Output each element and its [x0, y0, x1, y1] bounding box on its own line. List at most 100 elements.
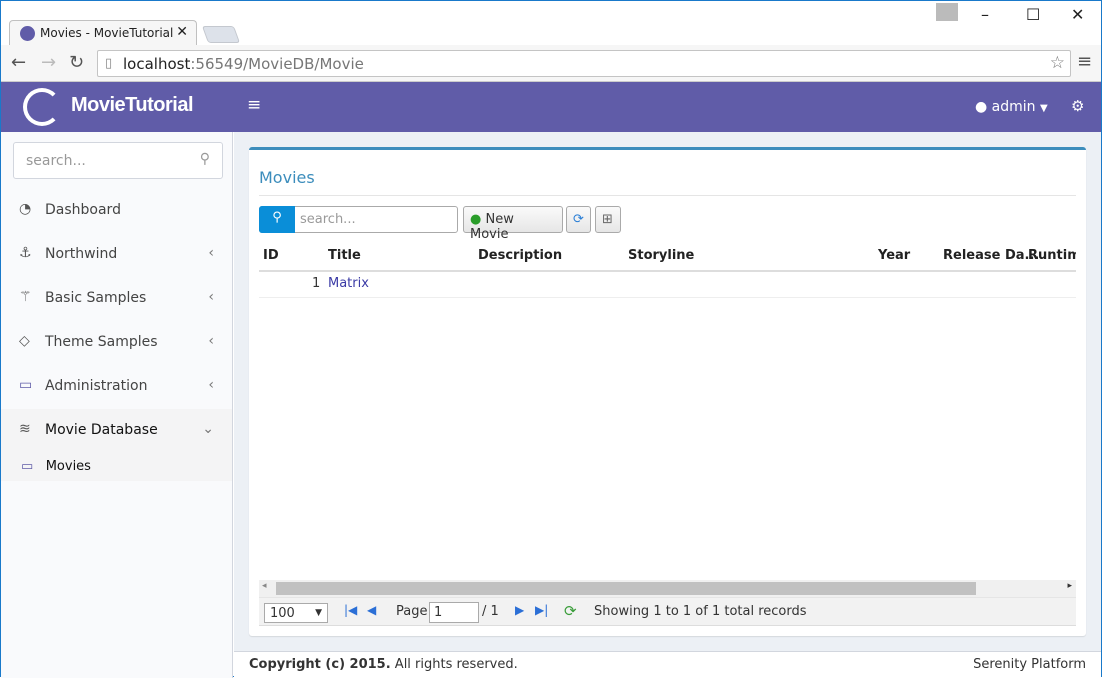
minimize-button[interactable]: –: [981, 5, 989, 24]
logo-icon: [23, 88, 61, 126]
pager-status: Showing 1 to 1 of 1 total records: [594, 604, 807, 619]
maximize-button[interactable]: ☐: [1026, 5, 1040, 24]
page-total: / 1: [482, 604, 499, 619]
close-window-button[interactable]: ✕: [1071, 5, 1084, 24]
bookmark-star-icon[interactable]: ☆: [1050, 53, 1065, 73]
next-page-icon[interactable]: ▶: [515, 603, 524, 617]
sidebar-subitem-label: Movies: [45, 459, 91, 474]
browser-titlebar: Movies - MovieTutorial ✕ – ☐ ✕: [1, 1, 1101, 46]
column-picker-button[interactable]: ⊞: [595, 206, 621, 233]
video-icon: ▭: [21, 459, 34, 474]
browser-toolbar: ← → ↻ ▯ localhost:56549/MovieDB/Movie ☆ ≡: [1, 45, 1101, 82]
url-host: localhost: [123, 55, 191, 73]
chevron-left-icon: ‹: [208, 333, 214, 349]
back-icon[interactable]: ←: [11, 52, 26, 73]
sidebar-item-label: Northwind: [45, 246, 118, 262]
layers-icon: ≋: [19, 421, 31, 437]
content-area: Movies ⚲ search... ● New Movie ⟳ ⊞ ID Tit…: [234, 132, 1101, 651]
movies-grid-panel: Movies ⚲ search... ● New Movie ⟳ ⊞ ID Tit…: [249, 147, 1086, 636]
sidebar-item-theme-samples[interactable]: ◇ Theme Samples ‹: [1, 321, 232, 365]
settings-gears-icon[interactable]: ⚙: [1071, 97, 1084, 115]
new-tab-button[interactable]: [201, 26, 241, 43]
sidebar-toggle-icon[interactable]: ≡: [247, 95, 261, 115]
divider: [259, 195, 1076, 196]
diamond-icon: ◇: [19, 333, 30, 349]
cell-title-link[interactable]: Matrix: [328, 276, 369, 291]
profile-icon[interactable]: [936, 3, 958, 21]
platform-text: Serenity Platform: [973, 657, 1086, 672]
grid-search-input[interactable]: ⚲ search...: [259, 206, 458, 233]
page-size-value: 100: [270, 606, 295, 621]
page-number-input[interactable]: 1: [429, 602, 479, 623]
sidebar-item-label: Administration: [45, 378, 148, 394]
forward-icon[interactable]: →: [41, 52, 56, 73]
search-icon[interactable]: ⚲: [200, 151, 210, 167]
column-header-year[interactable]: Year: [878, 248, 910, 263]
dashboard-icon: ◔: [19, 201, 32, 217]
caret-down-icon: ▼: [1040, 103, 1048, 114]
header-divider: [259, 270, 1076, 272]
page-title: Movies: [259, 168, 315, 187]
sidebar-item-administration[interactable]: ▭ Administration ‹: [1, 365, 232, 409]
sidebar-item-label: Dashboard: [45, 202, 121, 218]
column-header-title[interactable]: Title: [328, 248, 361, 263]
last-page-icon[interactable]: ▶|: [535, 603, 548, 617]
sidebar-item-dashboard[interactable]: ◔ Dashboard: [1, 189, 232, 233]
brand-logo[interactable]: MovieTutorial: [71, 94, 194, 117]
user-menu[interactable]: ● admin ▼: [975, 99, 1048, 115]
column-header-id[interactable]: ID: [263, 248, 279, 263]
column-picker-icon: ⊞: [602, 212, 613, 227]
sidebar-search-placeholder: search...: [26, 153, 86, 169]
close-tab-icon[interactable]: ✕: [176, 24, 188, 40]
page-number-value: 1: [434, 605, 443, 620]
grid-search-placeholder: search...: [300, 212, 356, 227]
address-bar[interactable]: ▯ localhost:56549/MovieDB/Movie ☆: [97, 50, 1071, 77]
chevron-left-icon: ‹: [208, 245, 214, 261]
chevron-left-icon: ‹: [208, 289, 214, 305]
caret-down-icon: ▼: [315, 608, 322, 618]
cell-id: 1: [312, 276, 321, 291]
sidebar-item-basic-samples[interactable]: ⚚ Basic Samples ‹: [1, 277, 232, 321]
sidebar-subitem-movies[interactable]: ▭ Movies: [21, 459, 91, 474]
sidebar-item-label: Movie Database: [45, 422, 158, 438]
menu-icon[interactable]: ≡: [1077, 51, 1092, 72]
user-icon: ●: [975, 99, 988, 115]
table-row[interactable]: [259, 297, 1076, 298]
page-label: Page: [396, 604, 428, 619]
footer: Copyright (c) 2015. All rights reserved.…: [234, 651, 1101, 678]
url-path: :56549/MovieDB/Movie: [190, 55, 364, 73]
pager: 100 ▼ |◀ ◀ Page 1 / 1 ▶ ▶| ⟳ Showing 1 to…: [259, 597, 1076, 626]
column-header-storyline[interactable]: Storyline: [628, 248, 694, 263]
copyright: Copyright (c) 2015.: [249, 657, 391, 672]
new-movie-button[interactable]: ● New Movie: [463, 206, 563, 242]
browser-tab[interactable]: Movies - MovieTutorial ✕: [9, 20, 197, 46]
column-header-release-date[interactable]: Release Da...: [943, 248, 1039, 263]
anchor-icon: ⚓: [19, 245, 32, 261]
search-icon[interactable]: ⚲: [259, 206, 295, 233]
refresh-button[interactable]: ⟳: [566, 206, 591, 233]
user-name: admin: [991, 99, 1036, 115]
column-header-runtime[interactable]: Runtime: [1028, 248, 1076, 263]
sidebar-search-input[interactable]: search... ⚲: [13, 142, 223, 179]
page-size-select[interactable]: 100 ▼: [264, 603, 328, 623]
chevron-left-icon: ‹: [208, 377, 214, 393]
reload-icon[interactable]: ↻: [69, 52, 84, 73]
sidebar-item-northwind[interactable]: ⚓ Northwind ‹: [1, 233, 232, 277]
first-page-icon[interactable]: |◀: [344, 603, 357, 617]
tab-title: Movies - MovieTutorial: [40, 26, 174, 40]
add-circle-icon: ●: [470, 212, 482, 227]
page-icon: ▯: [105, 56, 113, 71]
prev-page-icon[interactable]: ◀: [367, 603, 376, 617]
reload-icon[interactable]: ⟳: [564, 602, 577, 620]
app-header: MovieTutorial ≡ ● admin ▼ ⚙: [1, 82, 1101, 132]
site-favicon-icon: [20, 26, 35, 41]
horizontal-scrollbar[interactable]: ◂ ▸: [259, 580, 1076, 597]
sidebar-item-label: Basic Samples: [45, 290, 147, 306]
rights-text: All rights reserved.: [394, 657, 518, 672]
column-header-description[interactable]: Description: [478, 248, 562, 263]
magic-icon: ⚚: [19, 289, 32, 305]
sidebar: search... ⚲ ◔ Dashboard ⚓ Northwind ‹ ⚚ Basic…: [1, 132, 233, 678]
sidebar-item-label: Theme Samples: [45, 334, 158, 350]
chevron-down-icon: ⌄: [202, 421, 214, 437]
desktop-icon: ▭: [19, 377, 33, 393]
